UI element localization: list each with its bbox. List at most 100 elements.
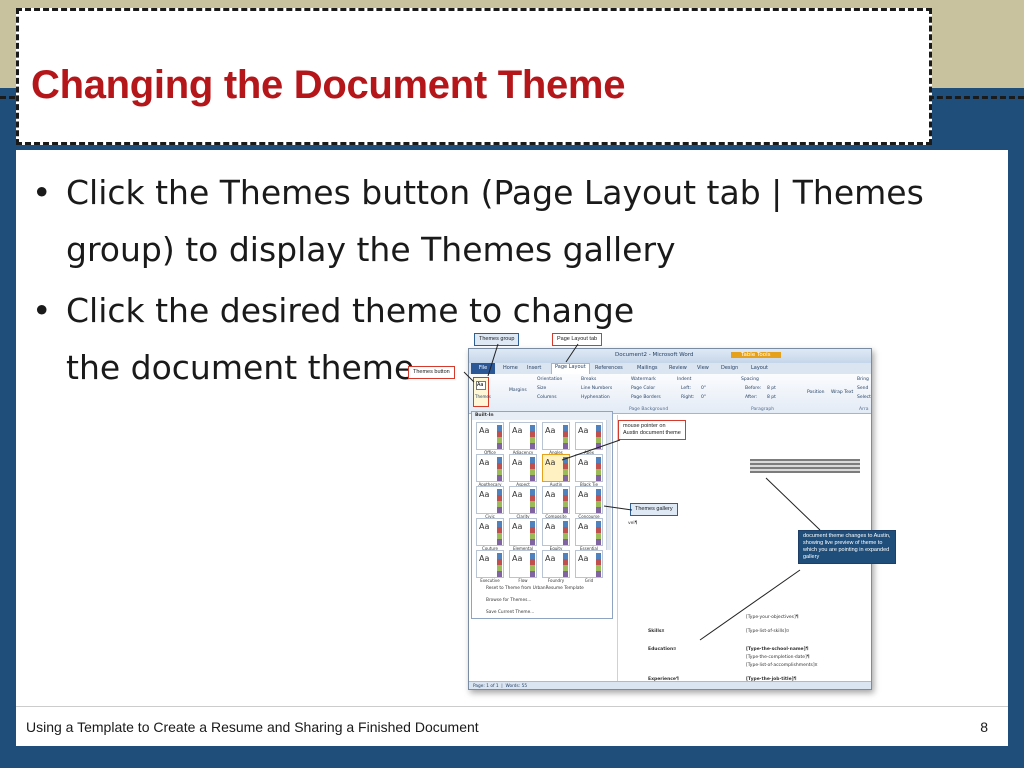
- line-numbers-button[interactable]: Line Numbers: [581, 386, 612, 391]
- theme-thumbnail[interactable]: Aa: [509, 486, 537, 514]
- spacing-label: Spacing: [741, 377, 759, 382]
- arrange-group-label: Arra: [859, 407, 869, 412]
- tab-mailings[interactable]: Mailings: [637, 365, 658, 371]
- wrap-text-button[interactable]: Wrap Text: [831, 390, 853, 395]
- word-title-bar: Document2 - Microsoft Word Table Tools: [469, 349, 871, 363]
- theme-thumbnail[interactable]: Aa: [542, 454, 570, 482]
- bring-button[interactable]: Bring: [857, 377, 869, 382]
- tab-design[interactable]: Design: [721, 365, 738, 371]
- theme-thumbnail[interactable]: Aa: [575, 486, 603, 514]
- spacing-before-input[interactable]: 8 pt: [767, 386, 776, 391]
- theme-thumbnail[interactable]: Aa: [542, 422, 570, 450]
- theme-color-bars: [497, 489, 502, 513]
- paragraph-group-label: Paragraph: [751, 407, 775, 412]
- doc-education-label: Education¤: [648, 647, 677, 652]
- orientation-button[interactable]: Orientation: [537, 377, 562, 382]
- callout-page-layout-tab: Page Layout tab: [552, 333, 603, 346]
- theme-thumbnail[interactable]: Aa: [575, 454, 603, 482]
- tab-references[interactable]: References: [595, 365, 623, 371]
- hyphenation-button[interactable]: Hyphenation: [581, 395, 610, 400]
- spacing-after-input[interactable]: 8 pt: [767, 395, 776, 400]
- footer-text: Using a Template to Create a Resume and …: [26, 719, 479, 735]
- theme-color-bars: [530, 425, 535, 449]
- theme-thumbnail[interactable]: Aa: [542, 550, 570, 578]
- themes-icon: Aa: [476, 381, 486, 390]
- tab-review[interactable]: Review: [669, 365, 687, 371]
- margins-button[interactable]: Margins: [509, 388, 527, 393]
- spacing-before-label: Before:: [745, 386, 762, 391]
- theme-thumbnail[interactable]: Aa: [575, 550, 603, 578]
- themes-button[interactable]: Aa Themes: [473, 377, 491, 407]
- gallery-header: Built-In: [472, 412, 612, 420]
- spacing-after-label: After:: [745, 395, 758, 400]
- table-tools-label: Table Tools: [731, 352, 781, 358]
- theme-name-label: Foundry: [547, 578, 565, 583]
- page-color-button[interactable]: Page Color: [631, 386, 655, 391]
- tab-home[interactable]: Home: [503, 365, 518, 371]
- resume-header-band: [750, 459, 860, 473]
- slide-title: Changing the Document Theme: [31, 63, 626, 107]
- menu-save-theme[interactable]: Save Current Theme...: [486, 610, 534, 615]
- theme-thumbnail[interactable]: Aa: [476, 422, 504, 450]
- size-button[interactable]: Size: [537, 386, 546, 391]
- theme-thumbnail[interactable]: Aa: [476, 486, 504, 514]
- theme-color-bars: [530, 553, 535, 577]
- word-window-title: Document2 - Microsoft Word: [615, 352, 694, 358]
- theme-thumbnail[interactable]: Aa: [509, 422, 537, 450]
- watermark-button[interactable]: Watermark: [631, 377, 656, 382]
- theme-preview-glyph: Aa: [479, 554, 490, 563]
- theme-thumbnail[interactable]: Aa: [575, 518, 603, 546]
- doc-objectives: [Type·your·objectives]¶: [746, 615, 799, 620]
- menu-reset-theme[interactable]: Reset to Theme from UrbanResume Template: [486, 586, 584, 591]
- callout-themes-gallery: Themes gallery: [630, 503, 678, 516]
- theme-thumbnail[interactable]: Aa: [476, 518, 504, 546]
- theme-thumbnail[interactable]: Aa: [476, 550, 504, 578]
- theme-preview-glyph: Aa: [578, 458, 589, 467]
- doc-school: [Type·the·school·name]¶: [746, 647, 809, 652]
- tab-view[interactable]: View: [697, 365, 709, 371]
- tab-layout[interactable]: Layout: [751, 365, 768, 371]
- theme-color-bars: [563, 553, 568, 577]
- breaks-button[interactable]: Breaks: [581, 377, 596, 382]
- theme-preview-glyph: Aa: [545, 426, 556, 435]
- theme-thumbnail[interactable]: Aa: [509, 454, 537, 482]
- theme-thumbnail[interactable]: Aa: [509, 518, 537, 546]
- indent-label: Indent: [677, 377, 692, 382]
- word-ribbon: Margins Orientation Size Columns Breaks …: [469, 374, 871, 414]
- theme-thumbnail[interactable]: Aa: [542, 486, 570, 514]
- theme-preview-glyph: Aa: [512, 554, 523, 563]
- doc-skills-value: [Type·list·of·skills]¤: [746, 629, 789, 634]
- theme-color-bars: [497, 553, 502, 577]
- theme-color-bars: [563, 457, 568, 481]
- tab-file[interactable]: File: [471, 363, 495, 374]
- tab-insert[interactable]: Insert: [527, 365, 541, 371]
- tab-page-layout[interactable]: Page Layout: [551, 363, 590, 374]
- theme-preview-glyph: Aa: [479, 490, 490, 499]
- theme-color-bars: [497, 425, 502, 449]
- theme-color-bars: [596, 425, 601, 449]
- theme-preview-glyph: Aa: [545, 490, 556, 499]
- doc-accomplishments: [Type·list·of·accomplishments]¤: [746, 663, 818, 668]
- theme-color-bars: [563, 489, 568, 513]
- page-borders-button[interactable]: Page Borders: [631, 395, 661, 400]
- doc-pilcrow: vel¶: [628, 521, 638, 526]
- theme-thumbnail[interactable]: Aa: [476, 454, 504, 482]
- theme-thumbnail[interactable]: Aa: [542, 518, 570, 546]
- title-box: Changing the Document Theme: [16, 8, 932, 145]
- indent-right-input[interactable]: 0": [701, 395, 706, 400]
- doc-completion: [Type·the·completion·date]¶: [746, 655, 810, 660]
- bullet-item: Click the Themes button (Page Layout tab…: [28, 164, 988, 278]
- callout-themes-button: Themes button: [408, 366, 455, 379]
- select-button[interactable]: Select: [857, 395, 871, 400]
- theme-color-bars: [596, 521, 601, 545]
- position-button[interactable]: Position: [807, 390, 825, 395]
- theme-thumbnail[interactable]: Aa: [575, 422, 603, 450]
- columns-button[interactable]: Columns: [537, 395, 557, 400]
- theme-preview-glyph: Aa: [479, 522, 490, 531]
- menu-browse-themes[interactable]: Browse for Themes...: [486, 598, 531, 603]
- theme-color-bars: [596, 489, 601, 513]
- theme-thumbnail[interactable]: Aa: [509, 550, 537, 578]
- gallery-scrollbar[interactable]: [606, 420, 611, 550]
- indent-left-input[interactable]: 0": [701, 386, 706, 391]
- send-button[interactable]: Send: [857, 386, 868, 391]
